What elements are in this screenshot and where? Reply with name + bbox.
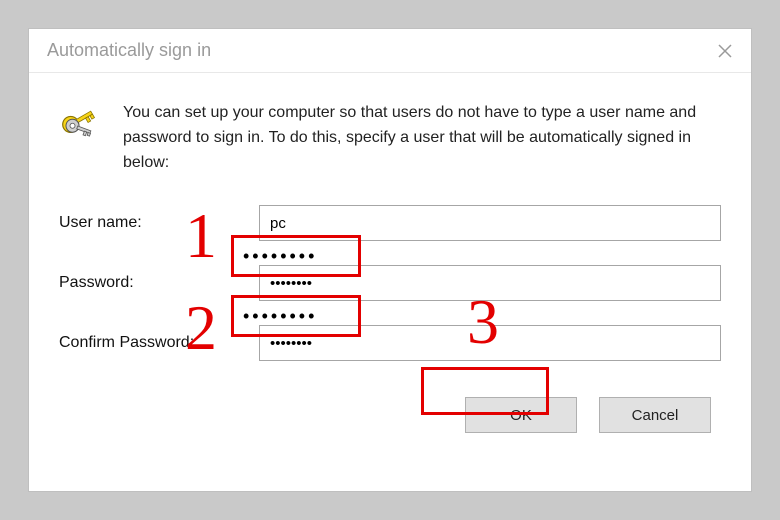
confirm-dots: •••••••• — [243, 306, 317, 327]
keys-icon — [59, 103, 105, 149]
description-row: You can set up your computer so that use… — [59, 101, 721, 175]
dialog-description: You can set up your computer so that use… — [123, 101, 721, 175]
dialog-title: Automatically sign in — [47, 40, 211, 61]
confirm-password-label: Confirm Password: — [59, 334, 259, 352]
titlebar: Automatically sign in — [29, 29, 751, 73]
password-row: Password: — [59, 265, 721, 301]
button-row: OK Cancel — [59, 397, 721, 433]
dialog-content: You can set up your computer so that use… — [29, 73, 751, 453]
username-row: User name: — [59, 205, 721, 241]
password-dots: •••••••• — [243, 246, 317, 267]
cancel-button[interactable]: Cancel — [599, 397, 711, 433]
username-label: User name: — [59, 214, 259, 232]
auto-signin-dialog: Automatically sign in — [28, 28, 752, 492]
confirm-password-row: Confirm Password: — [59, 325, 721, 361]
password-input[interactable] — [259, 265, 721, 301]
confirm-password-input[interactable] — [259, 325, 721, 361]
username-input[interactable] — [259, 205, 721, 241]
ok-button[interactable]: OK — [465, 397, 577, 433]
close-icon[interactable] — [713, 39, 737, 63]
password-label: Password: — [59, 274, 259, 292]
